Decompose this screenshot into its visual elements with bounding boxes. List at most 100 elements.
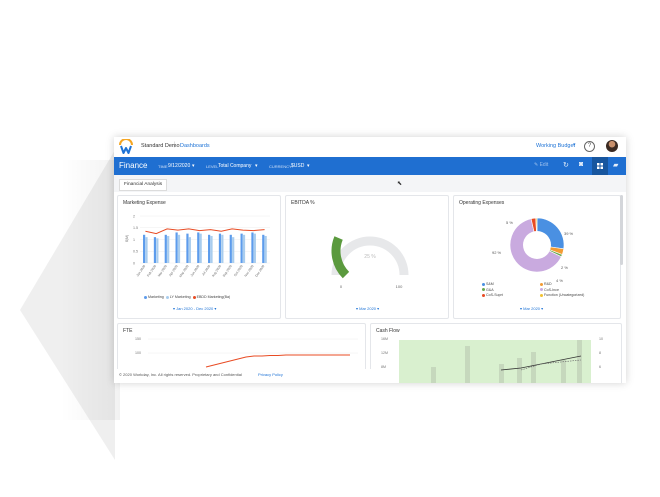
card-title: EBITDA % bbox=[291, 200, 315, 206]
slice-label: 5 % bbox=[506, 220, 513, 225]
scrollbar[interactable] bbox=[620, 195, 623, 265]
bar-marketing[interactable] bbox=[229, 234, 232, 263]
bar-marketing[interactable] bbox=[186, 233, 189, 263]
donut-hole bbox=[523, 231, 551, 259]
marketing-chart: $(M) 2 1.5 1 0.5 0 Jan 2020 Feb 2020 Mar 2020 A… bbox=[125, 214, 270, 278]
mouse-cursor-icon: ⬉ bbox=[397, 181, 403, 187]
date-range-filter[interactable]: ▾ Jan 2020 - Dec 2020 ▾ bbox=[173, 306, 216, 311]
privacy-policy-link[interactable]: Privacy Policy bbox=[258, 372, 283, 377]
y-tick: 1 bbox=[133, 238, 135, 242]
y2-tick: 6 bbox=[599, 365, 601, 369]
legend-item: Function (Uncategorized) bbox=[544, 293, 585, 297]
legend-swatch bbox=[165, 295, 169, 299]
chevron-down-icon[interactable]: ▾ bbox=[255, 163, 258, 169]
bar-ly-marketing[interactable] bbox=[221, 234, 224, 263]
bar-ly-marketing[interactable] bbox=[210, 235, 213, 263]
help-icon[interactable]: ? bbox=[584, 141, 595, 152]
level-filter-value[interactable]: Total Company bbox=[218, 163, 251, 169]
legend-item: R&D bbox=[544, 282, 552, 286]
ebitda-gauge: 25 % 0 100 bbox=[331, 236, 409, 289]
bar-ly-marketing[interactable] bbox=[232, 237, 235, 263]
card-cash-flow: Cash Flow 16M 12M 8M 10 8 6 bbox=[370, 323, 622, 383]
chevron-down-icon[interactable]: ▾ bbox=[573, 142, 576, 148]
time-filter-value[interactable]: 9/12/2020 bbox=[168, 163, 190, 169]
legend-item: LY Marketing bbox=[169, 295, 191, 299]
slice-label: 2 % bbox=[561, 265, 568, 270]
breadcrumb-separator: | bbox=[174, 142, 176, 148]
x-tick-label: Sep 2020 bbox=[222, 264, 233, 278]
y2-tick: 8 bbox=[599, 351, 601, 355]
chevron-down-icon[interactable]: ▾ bbox=[192, 163, 195, 169]
y-tick: 150 bbox=[135, 337, 141, 341]
copyright-text: © 2020 Workday, Inc. All rights reserved… bbox=[119, 372, 242, 377]
bar-marketing[interactable] bbox=[208, 234, 211, 263]
bar-marketing[interactable] bbox=[143, 234, 146, 263]
period-filter[interactable]: ▾ Mar 2020 ▾ bbox=[520, 306, 543, 311]
page-shadow-gradient bbox=[60, 160, 120, 420]
bar-marketing[interactable] bbox=[218, 233, 222, 263]
legend-item: EBDD Marketing(Ba) bbox=[196, 295, 231, 299]
y-tick: 100 bbox=[135, 351, 141, 355]
breadcrumb-current[interactable]: Dashboards bbox=[180, 143, 210, 149]
legend-item: CoS-Suprt bbox=[486, 293, 503, 297]
bar-marketing[interactable] bbox=[251, 232, 254, 263]
bar-ly-marketing[interactable] bbox=[167, 235, 170, 263]
bar-ly-marketing[interactable] bbox=[199, 233, 202, 263]
period-value: Mar 2020 bbox=[523, 306, 541, 311]
bar-marketing[interactable] bbox=[240, 233, 243, 263]
gauge-min: 0 bbox=[340, 284, 343, 289]
bar-ly-marketing[interactable] bbox=[177, 234, 181, 263]
currency-filter-value[interactable]: $USD bbox=[291, 163, 304, 169]
bar-marketing[interactable] bbox=[164, 234, 167, 263]
bar-ly-marketing[interactable] bbox=[188, 237, 191, 263]
slice-label: 92 % bbox=[492, 250, 502, 255]
x-tick-label: Jul 2020 bbox=[201, 264, 211, 276]
chevron-down-icon[interactable]: ▾ bbox=[307, 163, 310, 169]
page-title: Finance bbox=[119, 161, 148, 170]
bar-marketing[interactable] bbox=[262, 234, 265, 263]
bar-marketing[interactable] bbox=[197, 232, 200, 263]
chart-legend: S&M G&A CoS-Suprt bbox=[482, 282, 503, 299]
bar-marketing[interactable] bbox=[153, 237, 157, 263]
edit-button[interactable]: ✎ Edit bbox=[534, 162, 548, 168]
app-window: Standard Demo | Dashboards Working Budge… bbox=[114, 137, 626, 383]
card-title: Marketing Expense bbox=[123, 200, 166, 206]
bar-ly-marketing[interactable] bbox=[156, 238, 159, 263]
card-ebitda: EBITDA % 25 % 0 100 ▾ Mar 2020 ▾ bbox=[285, 195, 449, 319]
time-filter-label: TIME bbox=[158, 164, 168, 169]
card-marketing-expense: Marketing Expense $(M) 2 1.5 1 0.5 0 Jan 202… bbox=[117, 195, 281, 319]
tab-financial-analysis[interactable]: Financial Analysis bbox=[119, 179, 168, 191]
y-tick: 0.5 bbox=[133, 250, 138, 254]
legend-item: Marketing bbox=[148, 295, 164, 299]
x-tick-label: May 2020 bbox=[178, 264, 189, 278]
budget-selector[interactable]: Working Budget bbox=[536, 143, 575, 149]
chart-legend: Marketing LY Marketing EBDD Marketing(Ba… bbox=[144, 295, 230, 299]
legend-item: S&M bbox=[486, 282, 494, 286]
bar-ly-marketing[interactable] bbox=[253, 233, 256, 263]
y-tick: 1.5 bbox=[133, 226, 138, 230]
refresh-icon[interactable]: ↻ bbox=[563, 161, 569, 169]
sub-bar: Financial Analysis ⬉ bbox=[114, 175, 626, 192]
x-tick-label: Oct 2020 bbox=[233, 264, 244, 277]
x-tick-label: Mar 2020 bbox=[157, 264, 168, 278]
legend-item: CoS-Ince bbox=[544, 287, 559, 292]
gauge-value: 25 % bbox=[364, 254, 376, 260]
bar-ly-marketing[interactable] bbox=[242, 234, 246, 263]
x-tick-label: Dec 2020 bbox=[254, 264, 265, 278]
workday-logo-icon[interactable] bbox=[118, 139, 134, 155]
period-value: Mar 2020 bbox=[359, 306, 377, 311]
camera-icon[interactable]: ◙ bbox=[579, 161, 583, 168]
bar-marketing[interactable] bbox=[175, 232, 178, 263]
period-filter[interactable]: ▾ Mar 2020 ▾ bbox=[356, 306, 379, 311]
date-range-value: Jan 2020 - Dec 2020 bbox=[176, 306, 214, 311]
x-tick-label: Apr 2020 bbox=[168, 264, 179, 277]
bar-ly-marketing[interactable] bbox=[145, 237, 148, 263]
folder-icon[interactable]: ▰ bbox=[613, 161, 618, 169]
y2-tick: 10 bbox=[599, 337, 603, 341]
bar-ly-marketing[interactable] bbox=[264, 235, 267, 263]
grid-view-button[interactable] bbox=[592, 157, 608, 175]
legend-swatch bbox=[144, 295, 147, 299]
avatar[interactable] bbox=[606, 140, 618, 152]
card-title: Operating Expenses bbox=[459, 200, 505, 206]
level-filter-label: LEVEL bbox=[206, 164, 219, 169]
